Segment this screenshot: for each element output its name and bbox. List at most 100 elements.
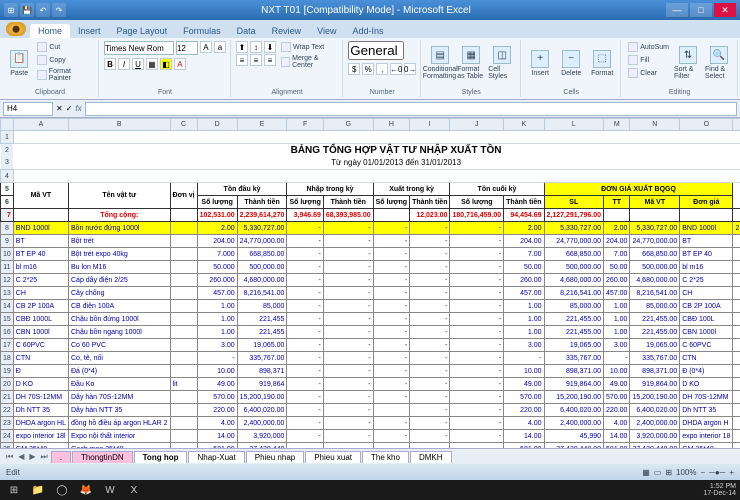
zoom-level[interactable]: 100% <box>676 468 696 477</box>
copy-button[interactable]: Copy <box>35 54 94 66</box>
row-header[interactable]: 20 <box>1 378 14 391</box>
wrap-text-button[interactable]: Wrap Text <box>279 41 338 53</box>
align-top-button[interactable]: ⬆ <box>236 41 248 53</box>
column-header[interactable]: D <box>197 119 237 131</box>
close-button[interactable]: ✕ <box>714 3 736 17</box>
tab-data[interactable]: Data <box>229 24 264 38</box>
bold-button[interactable]: B <box>104 58 116 70</box>
row-header[interactable]: 10 <box>1 248 14 261</box>
row-header[interactable]: 21 <box>1 391 14 404</box>
explorer-icon[interactable]: 📁 <box>28 482 48 498</box>
system-clock[interactable]: 1:52 PM17-Dec-14 <box>703 483 736 497</box>
align-center-button[interactable]: ≡ <box>250 54 262 66</box>
zoom-in-button[interactable]: + <box>729 468 734 477</box>
italic-button[interactable]: I <box>118 58 130 70</box>
delete-cells-button[interactable]: −Delete <box>557 41 585 85</box>
font-size-input[interactable] <box>176 41 198 55</box>
column-header[interactable]: L <box>544 119 604 131</box>
paste-button[interactable]: 📋Paste <box>6 41 32 85</box>
column-header[interactable]: N <box>630 119 680 131</box>
column-header[interactable]: K <box>504 119 544 131</box>
shrink-font-button[interactable]: a <box>214 41 226 53</box>
view-break-icon[interactable]: ⊞ <box>665 468 672 477</box>
find-select-button[interactable]: 🔍Find & Select <box>705 41 733 85</box>
row-header[interactable]: 6 <box>1 196 14 209</box>
zoom-slider[interactable]: ─●─ <box>709 468 725 477</box>
sheet-tab[interactable]: The kho <box>362 451 409 463</box>
percent-button[interactable]: % <box>362 63 374 75</box>
format-table-button[interactable]: ▦Format as Table <box>457 41 485 85</box>
tab-home[interactable]: Home <box>30 24 70 38</box>
currency-button[interactable]: $ <box>348 63 360 75</box>
align-right-button[interactable]: ≡ <box>264 54 276 66</box>
row-header[interactable]: 13 <box>1 287 14 300</box>
column-header[interactable]: P <box>733 119 740 131</box>
underline-button[interactable]: U <box>132 58 144 70</box>
tab-addins[interactable]: Add-Ins <box>344 24 391 38</box>
sheet-tab[interactable]: DMKH <box>410 451 452 463</box>
align-left-button[interactable]: ≡ <box>236 54 248 66</box>
sheet-tab[interactable]: Phieu xuat <box>305 451 361 463</box>
column-header[interactable]: E <box>237 119 287 131</box>
sheet-nav-last[interactable]: ⏭ <box>39 452 50 462</box>
number-format-input[interactable] <box>348 41 404 60</box>
insert-cells-button[interactable]: +Insert <box>526 41 554 85</box>
row-header[interactable]: 17 <box>1 339 14 352</box>
column-header[interactable]: J <box>450 119 504 131</box>
word-icon[interactable]: W <box>100 482 120 498</box>
view-layout-icon[interactable]: ▭ <box>654 468 662 477</box>
cell-styles-button[interactable]: ◫Cell Styles <box>488 41 516 85</box>
sheet-nav-prev[interactable]: ◀ <box>16 452 26 461</box>
tab-review[interactable]: Review <box>264 24 310 38</box>
firefox-icon[interactable]: 🦊 <box>76 482 96 498</box>
grow-font-button[interactable]: A <box>200 41 212 53</box>
save-icon[interactable]: 💾 <box>20 3 34 17</box>
column-header[interactable]: O <box>680 119 733 131</box>
sort-filter-button[interactable]: ⇅Sort & Filter <box>674 41 702 85</box>
row-header[interactable]: 19 <box>1 365 14 378</box>
cut-button[interactable]: Cut <box>35 41 94 53</box>
fill-color-button[interactable]: ◧ <box>160 58 172 70</box>
minimize-button[interactable]: — <box>666 3 688 17</box>
conditional-formatting-button[interactable]: ▤Conditional Formatting <box>426 41 454 85</box>
sheet-tab[interactable]: Phieu nhap <box>246 451 304 463</box>
sheet-tab[interactable]: . <box>51 451 71 463</box>
excel-task-icon[interactable]: X <box>124 482 144 498</box>
tab-view[interactable]: View <box>309 24 344 38</box>
comma-button[interactable]: , <box>376 63 388 75</box>
font-color-button[interactable]: A <box>174 58 186 70</box>
worksheet-area[interactable]: ABCDEFGHIJKLMNOP12BẢNG TỔNG HỢP VẬT TƯ N… <box>0 118 740 448</box>
increase-decimal-button[interactable]: ←0 <box>390 63 402 75</box>
column-header[interactable]: F <box>287 119 323 131</box>
format-cells-button[interactable]: ⬚Format <box>588 41 616 85</box>
row-header[interactable]: 15 <box>1 313 14 326</box>
align-bottom-button[interactable]: ⬇ <box>264 41 276 53</box>
sheet-tab[interactable]: Nhap-Xuat <box>188 451 244 463</box>
clear-button[interactable]: Clear <box>626 67 671 79</box>
start-button[interactable]: ⊞ <box>4 482 24 498</box>
border-button[interactable]: ▦ <box>146 58 158 70</box>
formula-input[interactable] <box>85 102 737 116</box>
row-header[interactable]: 16 <box>1 326 14 339</box>
format-painter-button[interactable]: Format Painter <box>35 67 94 83</box>
sheet-tab[interactable]: ThongtinDN <box>72 451 133 463</box>
row-header[interactable]: 7 <box>1 209 14 222</box>
row-header[interactable]: 23 <box>1 417 14 430</box>
align-middle-button[interactable]: ↕ <box>250 41 262 53</box>
cancel-formula-icon[interactable]: ✕ <box>56 104 63 113</box>
fx-icon[interactable]: fx <box>75 104 81 113</box>
row-header[interactable]: 9 <box>1 235 14 248</box>
row-header[interactable]: 14 <box>1 300 14 313</box>
fill-button[interactable]: Fill <box>626 54 671 66</box>
column-header[interactable]: A <box>13 119 68 131</box>
row-header[interactable]: 3 <box>1 157 14 170</box>
redo-icon[interactable]: ↷ <box>52 3 66 17</box>
maximize-button[interactable]: □ <box>690 3 712 17</box>
row-header[interactable]: 11 <box>1 261 14 274</box>
sheet-nav-next[interactable]: ▶ <box>27 452 37 461</box>
column-header[interactable]: G <box>323 119 373 131</box>
view-normal-icon[interactable]: ▦ <box>642 468 650 477</box>
row-header[interactable]: 22 <box>1 404 14 417</box>
column-header[interactable]: H <box>373 119 409 131</box>
row-header[interactable]: 24 <box>1 430 14 443</box>
